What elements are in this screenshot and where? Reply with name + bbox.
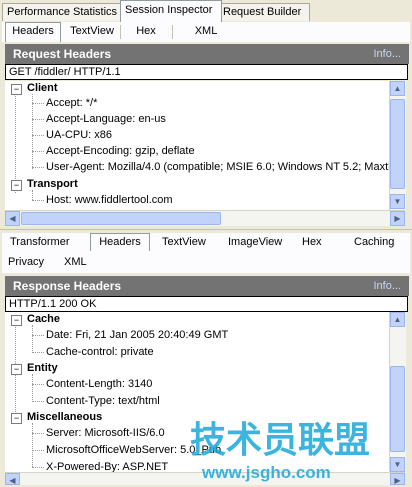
scroll-left-icon[interactable]: ◀	[5, 473, 20, 485]
tree-connector	[32, 374, 34, 402]
response-tab-hex[interactable]: Hex	[302, 234, 322, 251]
header-item[interactable]: User-Agent: Mozilla/4.0 (compatible; MSI…	[46, 161, 389, 173]
request-view-tabs: Headers TextView Hex XML	[2, 22, 410, 42]
response-tab-transformer[interactable]: Transformer	[10, 234, 70, 251]
request-vertical-scrollbar[interactable]: ▲ ▼	[389, 81, 406, 210]
scroll-up-icon[interactable]: ▲	[390, 312, 405, 327]
response-tab-imageview[interactable]: ImageView	[228, 234, 282, 251]
header-item[interactable]: Server: Microsoft-IIS/6.0	[46, 427, 165, 439]
scroll-right-icon[interactable]: ▶	[390, 211, 405, 226]
response-tab-caching[interactable]: Caching	[354, 234, 394, 251]
scroll-down-icon[interactable]: ▼	[390, 457, 405, 472]
tree-connector	[15, 93, 17, 193]
tab-performance-statistics[interactable]: Performance Statistics	[2, 3, 124, 21]
tab-session-inspector[interactable]: Session Inspector	[120, 0, 222, 22]
tree-connector	[32, 401, 44, 403]
tree-connector	[32, 119, 44, 121]
tree-connector	[32, 433, 44, 435]
request-tab-headers[interactable]: Headers	[5, 22, 61, 42]
header-item[interactable]: Accept-Encoding: gzip, deflate	[46, 145, 195, 157]
header-item[interactable]: Host: www.fiddlertool.com	[46, 194, 173, 206]
header-item[interactable]: Date: Fri, 21 Jan 2005 20:40:49 GMT	[46, 329, 228, 341]
tree-connector	[32, 335, 44, 337]
request-header-tree[interactable]: − Client Accept: */* Accept-Language: en…	[5, 81, 389, 210]
header-item[interactable]: MicrosoftOfficeWebServer: 5.0_Pub	[46, 444, 221, 456]
header-item[interactable]: X-Powered-By: ASP.NET	[46, 461, 168, 472]
tree-group-client: Client	[27, 82, 58, 94]
scroll-thumb[interactable]	[390, 366, 405, 452]
request-headers-bar: Request Headers Info...	[5, 44, 409, 64]
header-item[interactable]: Cache-control: private	[46, 346, 154, 358]
tree-connector	[32, 151, 44, 153]
tab-separator	[172, 25, 173, 39]
header-item[interactable]: Accept-Language: en-us	[46, 113, 166, 125]
response-headers-bar: Response Headers Info...	[5, 276, 409, 296]
tree-connector	[32, 352, 44, 354]
response-headers-title: Response Headers	[13, 279, 122, 293]
top-tab-strip: Performance Statistics Session Inspector…	[0, 0, 412, 22]
tab-separator	[120, 25, 121, 39]
tree-group-transport: Transport	[27, 178, 78, 190]
request-tab-textview[interactable]: TextView	[66, 23, 118, 40]
tree-connector	[32, 200, 44, 202]
tree-group-entity: Entity	[27, 362, 58, 374]
request-info-link[interactable]: Info...	[373, 44, 401, 64]
response-tab-headers[interactable]: Headers	[90, 233, 150, 251]
response-horizontal-scrollbar[interactable]: ◀ ▶	[5, 472, 405, 485]
tree-connector	[32, 325, 34, 353]
response-view-tabs: Transformer Headers TextView ImageView H…	[2, 233, 410, 273]
request-tab-hex[interactable]: Hex	[126, 23, 166, 40]
response-tab-privacy[interactable]: Privacy	[8, 254, 44, 271]
response-vertical-scrollbar[interactable]: ▲ ▼	[389, 312, 406, 472]
response-header-tree[interactable]: − Cache Date: Fri, 21 Jan 2005 20:40:49 …	[5, 312, 389, 472]
response-tab-textview[interactable]: TextView	[162, 234, 206, 251]
response-tab-xml[interactable]: XML	[64, 254, 87, 271]
header-item[interactable]: Content-Length: 3140	[46, 378, 152, 390]
header-item[interactable]: Accept: */*	[46, 97, 97, 109]
tree-connector	[32, 94, 34, 169]
scroll-up-icon[interactable]: ▲	[390, 81, 405, 96]
tree-connector	[32, 103, 44, 105]
tree-connector	[32, 190, 34, 200]
collapse-icon[interactable]: −	[11, 180, 22, 191]
request-horizontal-scrollbar[interactable]: ◀ ▶	[5, 210, 405, 226]
header-item[interactable]: UA-CPU: x86	[46, 129, 112, 141]
collapse-icon[interactable]: −	[11, 315, 22, 326]
request-headers-title: Request Headers	[13, 47, 112, 61]
tree-connector	[32, 135, 44, 137]
scroll-thumb[interactable]	[390, 99, 405, 189]
tab-request-builder[interactable]: Request Builder	[218, 3, 310, 21]
collapse-icon[interactable]: −	[11, 364, 22, 375]
scroll-down-icon[interactable]: ▼	[390, 194, 405, 209]
header-item[interactable]: Content-Type: text/html	[46, 395, 160, 407]
tree-connector	[32, 167, 44, 169]
response-status-line[interactable]: HTTP/1.1 200 OK	[5, 296, 408, 312]
tree-connector	[32, 467, 44, 469]
tree-connector	[32, 450, 44, 452]
response-info-link[interactable]: Info...	[373, 276, 401, 296]
scroll-thumb[interactable]	[21, 212, 221, 225]
collapse-icon[interactable]: −	[11, 413, 22, 424]
tree-group-miscellaneous: Miscellaneous	[27, 411, 103, 423]
scroll-right-icon[interactable]: ▶	[390, 473, 405, 485]
request-tab-xml[interactable]: XML	[186, 23, 226, 40]
tree-group-cache: Cache	[27, 313, 61, 325]
scroll-left-icon[interactable]: ◀	[5, 211, 20, 226]
request-line[interactable]: GET /fiddler/ HTTP/1.1	[5, 64, 408, 80]
collapse-icon[interactable]: −	[11, 84, 22, 95]
tree-connector	[32, 384, 44, 386]
tree-connector	[32, 423, 34, 467]
